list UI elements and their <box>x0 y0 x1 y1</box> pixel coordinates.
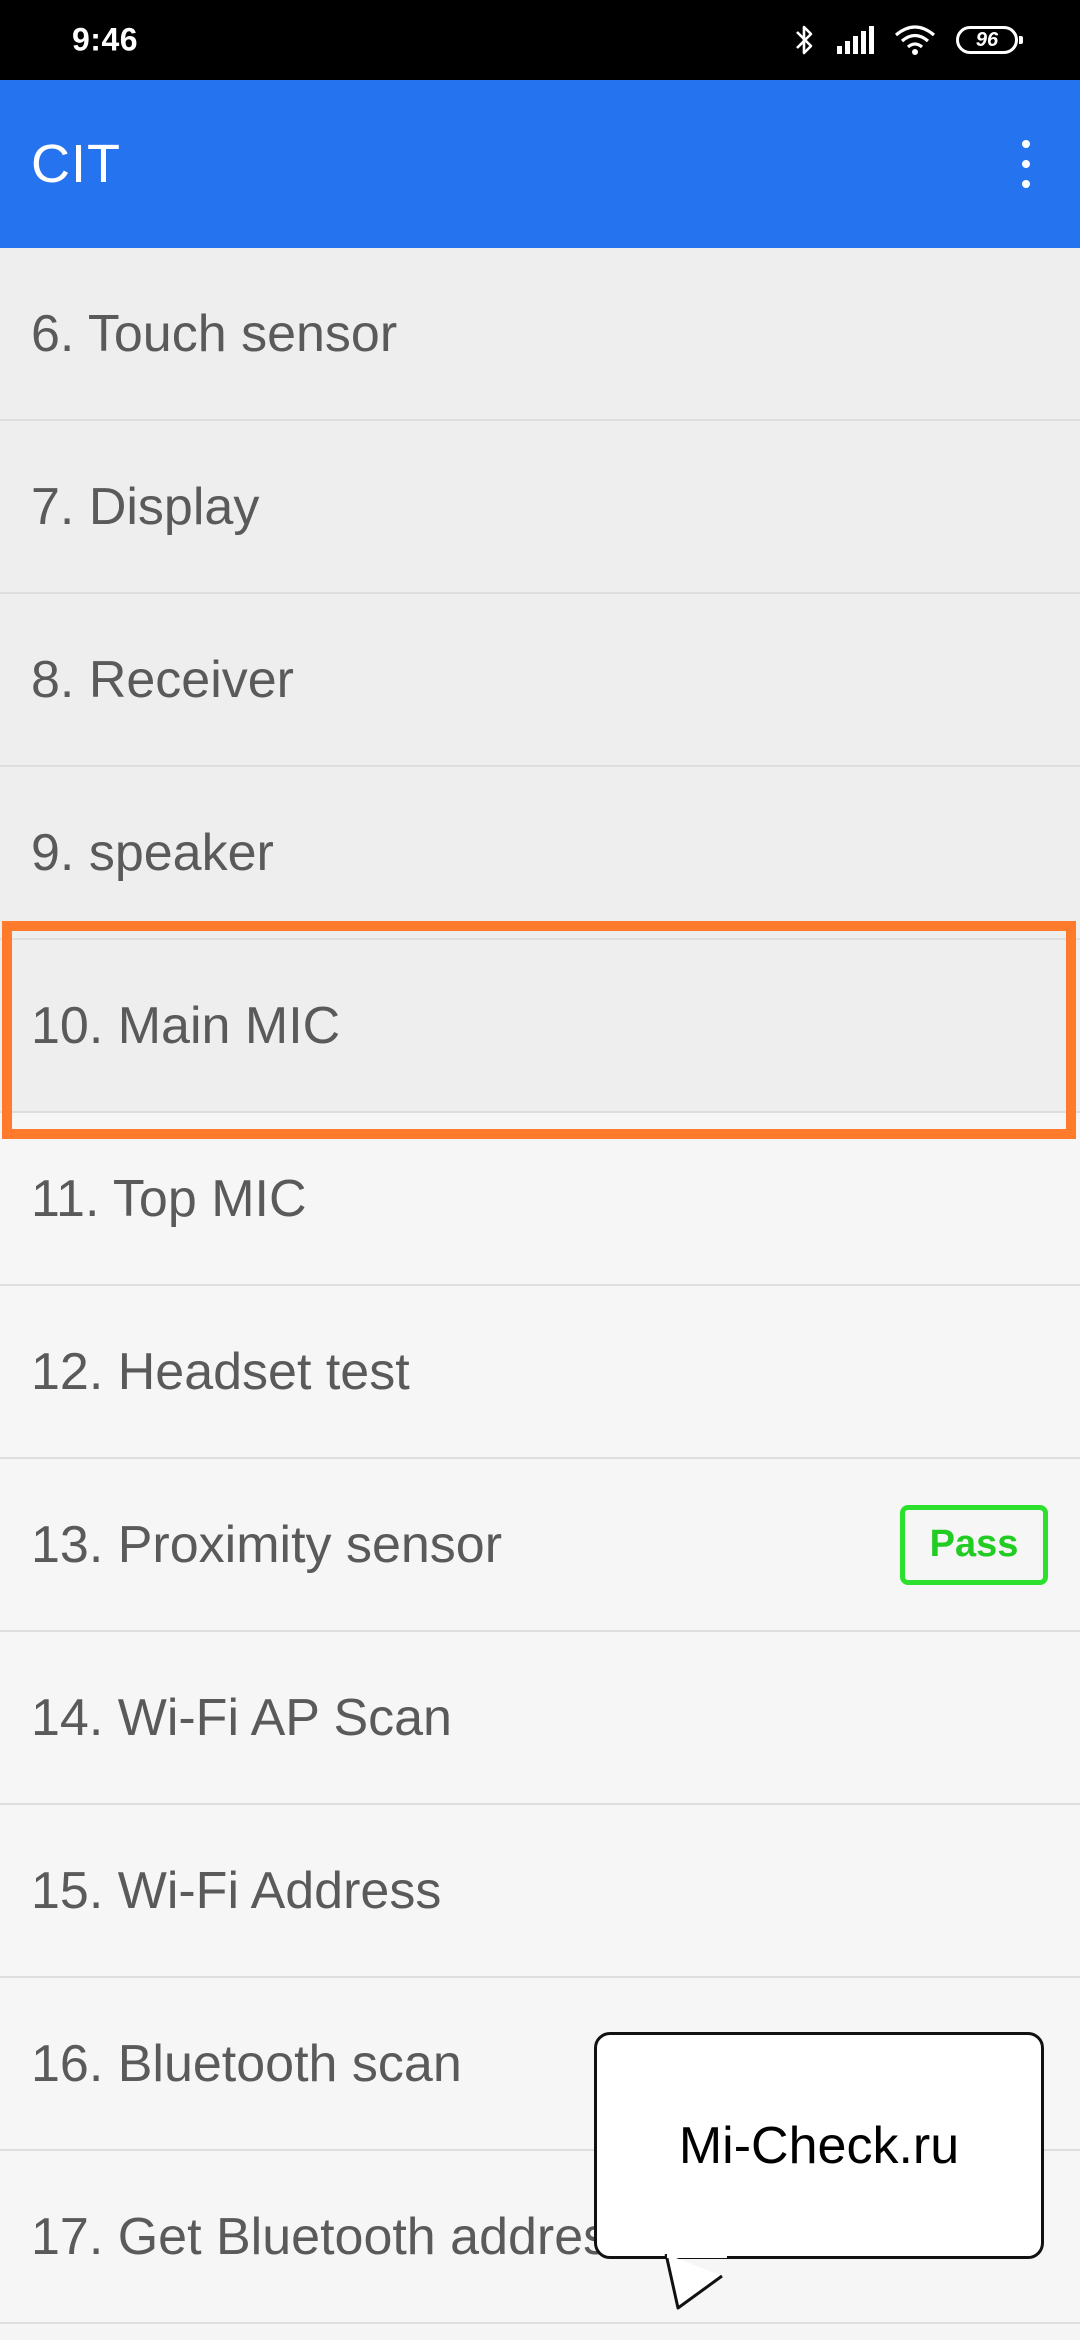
watermark-text: Mi-Check.ru <box>678 2116 960 2175</box>
list-item-label: 14. Wi-Fi AP Scan <box>31 1688 452 1747</box>
list-item-label: 10. Main MIC <box>31 996 341 1055</box>
signal-icon <box>837 26 874 54</box>
list-item[interactable]: 13. Proximity sensor Pass <box>0 1459 1080 1632</box>
list-item[interactable]: 14. Wi-Fi AP Scan <box>0 1632 1080 1805</box>
battery-level: 96 <box>975 28 999 51</box>
list-item-main-mic[interactable]: 10. Main MIC <box>0 940 1080 1113</box>
list-item-label: 12. Headset test <box>31 1342 410 1401</box>
list-item[interactable]: 15. Wi-Fi Address <box>0 1805 1080 1978</box>
list-item[interactable]: 12. Headset test <box>0 1286 1080 1459</box>
status-icons: 96 <box>794 0 1023 80</box>
list-item-label: 9. speaker <box>31 823 274 882</box>
app-title: CIT <box>31 134 121 194</box>
pass-badge: Pass <box>900 1504 1048 1585</box>
test-list: 6. Touch sensor 7. Display 8. Receiver 9… <box>0 248 1080 2324</box>
list-item-label: 7. Display <box>31 477 260 536</box>
app-bar: CIT <box>0 80 1080 248</box>
callout-tail <box>664 2254 727 2310</box>
list-item-label: 8. Receiver <box>31 650 294 709</box>
wifi-icon <box>894 25 936 55</box>
list-item[interactable]: 7. Display <box>0 421 1080 594</box>
list-item[interactable]: 6. Touch sensor <box>0 248 1080 421</box>
list-item-label: 16. Bluetooth scan <box>31 2034 462 2093</box>
list-item[interactable]: 8. Receiver <box>0 594 1080 767</box>
status-time: 9:46 <box>72 21 139 58</box>
list-item-label: 11. Top MIC <box>31 1169 307 1228</box>
overflow-dot <box>1022 180 1030 188</box>
list-item[interactable]: 9. speaker <box>0 767 1080 940</box>
overflow-dot <box>1022 160 1030 168</box>
watermark-callout: Mi-Check.ru <box>594 2032 1044 2259</box>
list-item-label: 17. Get Bluetooth address <box>31 2207 636 2266</box>
bluetooth-icon <box>796 25 813 55</box>
list-item-label: 6. Touch sensor <box>31 304 398 363</box>
list-item-label: 13. Proximity sensor <box>31 1515 503 1574</box>
list-item[interactable]: 11. Top MIC <box>0 1113 1080 1286</box>
list-item-label: 15. Wi-Fi Address <box>31 1861 442 1920</box>
overflow-dot <box>1022 140 1030 148</box>
battery-icon: 96 <box>956 26 1023 54</box>
more-vert-icon[interactable] <box>1002 128 1050 200</box>
status-bar: 9:46 96 <box>0 0 1080 80</box>
